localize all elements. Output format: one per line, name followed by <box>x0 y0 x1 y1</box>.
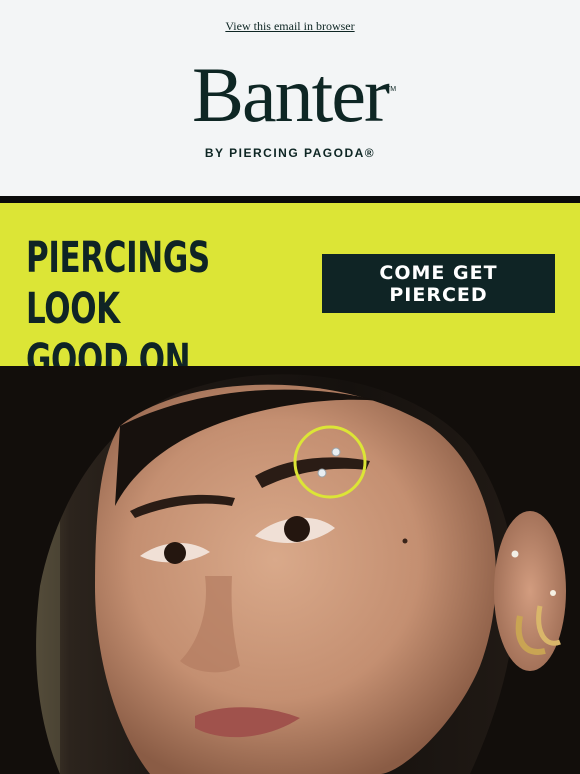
left-pupil <box>164 542 186 564</box>
hero-photo-illustration <box>0 366 580 774</box>
view-in-browser-link[interactable]: View this email in browser <box>0 19 580 34</box>
come-get-pierced-button[interactable]: COME GET PIERCED <box>322 254 555 313</box>
piercing-stud-top <box>331 447 341 457</box>
piercing-stud-bottom <box>317 468 327 478</box>
headline-line-1: PIERCINGS LOOK <box>26 233 210 334</box>
logo-trademark: TM <box>386 86 397 93</box>
ear-stud-2 <box>550 590 556 596</box>
promo-banner: PIERCINGS LOOK GOOD ON YOU COME GET PIER… <box>0 203 580 436</box>
beauty-mark <box>402 538 408 544</box>
ear-stud <box>511 550 519 558</box>
banter-logo[interactable]: Banter <box>0 56 580 134</box>
hero-image[interactable] <box>0 366 580 774</box>
logo-subtitle: BY PIERCING PAGODA® <box>204 146 376 160</box>
right-pupil <box>284 516 310 542</box>
email-header: View this email in browser Banter TM BY … <box>0 0 580 196</box>
header-divider <box>0 196 580 203</box>
